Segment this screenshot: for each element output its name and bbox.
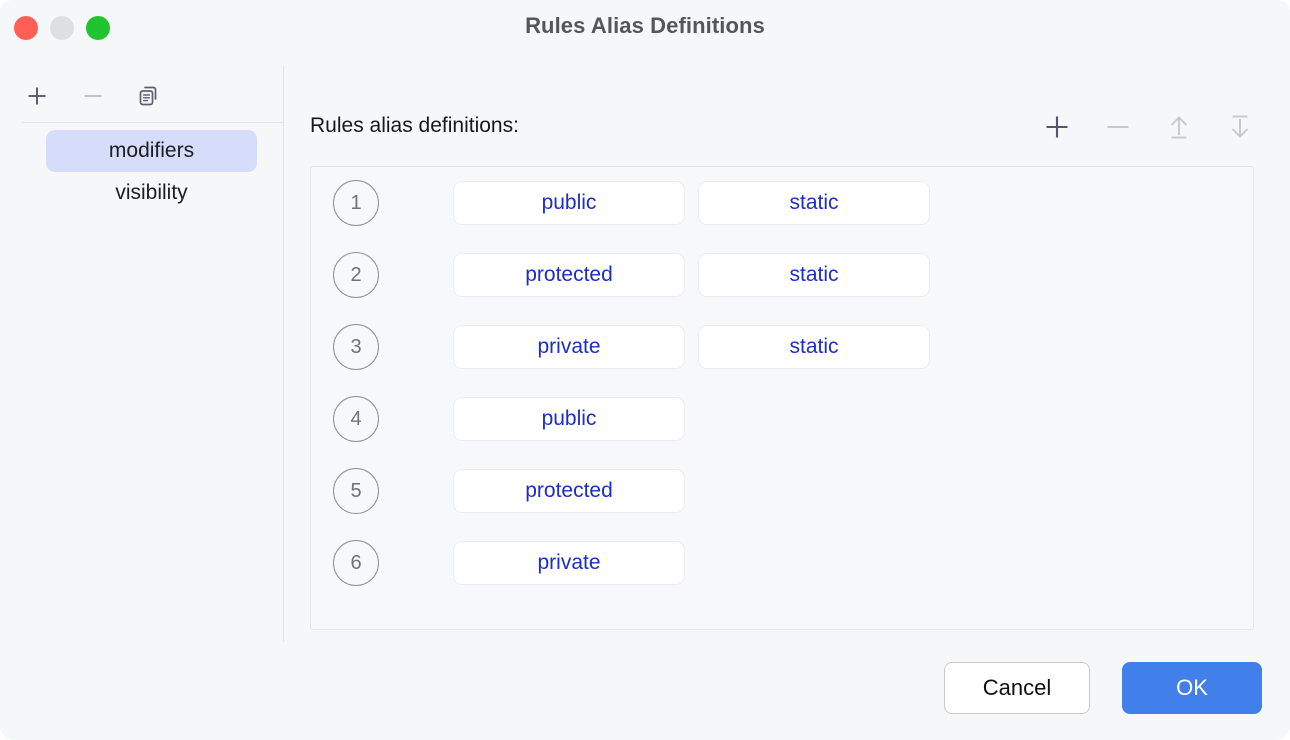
duplicate-alias-group-button[interactable] — [134, 81, 164, 111]
move-definition-up-button[interactable] — [1162, 110, 1196, 144]
row-chips: protected static — [453, 253, 930, 297]
main-header: Rules alias definitions: — [310, 114, 1266, 154]
plus-icon — [28, 87, 46, 105]
ok-button[interactable]: OK — [1122, 662, 1262, 714]
alias-chip[interactable]: public — [453, 397, 685, 441]
remove-definition-button[interactable] — [1101, 110, 1135, 144]
rules-alias-definitions-label: Rules alias definitions: — [310, 114, 519, 137]
add-alias-group-button[interactable] — [22, 81, 52, 111]
titlebar: Rules Alias Definitions — [0, 0, 1290, 58]
sidebar-item-modifiers[interactable]: modifiers — [46, 130, 257, 172]
row-number-badge: 3 — [333, 324, 379, 370]
sidebar-separator — [22, 122, 283, 123]
row-number-badge: 4 — [333, 396, 379, 442]
row-number-badge: 5 — [333, 468, 379, 514]
window-title: Rules Alias Definitions — [525, 13, 765, 38]
alias-group-list: modifiers visibility — [0, 130, 283, 214]
add-definition-button[interactable] — [1040, 110, 1074, 144]
move-up-icon — [1170, 116, 1188, 139]
alias-chip[interactable]: static — [698, 181, 930, 225]
definitions-list-panel[interactable]: 1 public static 2 protected static 3 pri… — [310, 166, 1254, 630]
sidebar: modifiers visibility — [0, 58, 283, 642]
sidebar-toolbar — [22, 76, 164, 116]
row-number-badge: 2 — [333, 252, 379, 298]
move-definition-down-button[interactable] — [1223, 110, 1257, 144]
row-chips: public — [453, 397, 685, 441]
alias-chip[interactable]: protected — [453, 469, 685, 513]
row-chips: private — [453, 541, 685, 585]
rules-alias-definitions-dialog: Rules Alias Definitions modifiers visibi… — [0, 0, 1290, 740]
alias-chip[interactable]: protected — [453, 253, 685, 297]
alias-chip[interactable]: private — [453, 541, 685, 585]
table-row[interactable]: 6 private — [311, 527, 1253, 599]
move-down-icon — [1231, 115, 1249, 138]
row-chips: private static — [453, 325, 930, 369]
table-row[interactable]: 4 public — [311, 383, 1253, 455]
alias-chip[interactable]: public — [453, 181, 685, 225]
sidebar-item-label: modifiers — [108, 139, 195, 162]
plus-icon — [1046, 116, 1068, 138]
table-row[interactable]: 1 public static — [311, 167, 1253, 239]
row-number-badge: 1 — [333, 180, 379, 226]
cancel-button[interactable]: Cancel — [944, 662, 1090, 714]
sidebar-item-visibility[interactable]: visibility — [46, 172, 257, 214]
sidebar-item-label: visibility — [115, 181, 188, 204]
dialog-footer: Cancel OK — [0, 642, 1290, 740]
remove-alias-group-button[interactable] — [78, 81, 108, 111]
table-row[interactable]: 2 protected static — [311, 239, 1253, 311]
main-panel: Rules alias definitions: 1 public static… — [283, 58, 1290, 642]
alias-chip[interactable]: static — [698, 325, 930, 369]
row-chips: public static — [453, 181, 930, 225]
table-row[interactable]: 5 protected — [311, 455, 1253, 527]
row-number-badge: 6 — [333, 540, 379, 586]
alias-chip[interactable]: private — [453, 325, 685, 369]
definitions-toolbar — [1040, 110, 1257, 144]
alias-chip[interactable]: static — [698, 253, 930, 297]
row-chips: protected — [453, 469, 685, 513]
copy-icon — [139, 86, 157, 106]
minus-icon — [1107, 125, 1129, 129]
minus-icon — [84, 95, 102, 97]
table-row[interactable]: 3 private static — [311, 311, 1253, 383]
